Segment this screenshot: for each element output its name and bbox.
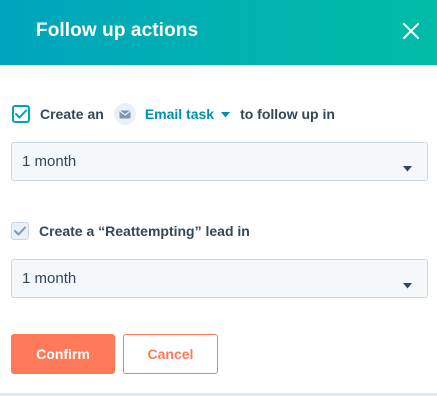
task-delay-select[interactable]: 1 month — [11, 142, 428, 181]
chevron-down-icon — [403, 276, 412, 294]
lead-delay-select[interactable]: 1 month — [11, 259, 428, 298]
close-icon[interactable] — [401, 21, 421, 41]
cancel-button[interactable]: Cancel — [123, 334, 218, 374]
create-task-checkbox[interactable] — [12, 105, 30, 123]
caret-down-icon — [221, 105, 231, 123]
task-row-prefix: Create an — [40, 106, 104, 122]
task-delay-value: 1 month — [22, 153, 77, 170]
lead-row-label: Create a “Reattempting” lead in — [39, 223, 250, 239]
modal-header: Follow up actions — [0, 0, 437, 65]
task-type-dropdown[interactable]: Email task — [113, 103, 231, 125]
chevron-down-icon — [403, 159, 412, 177]
lead-row: Create a “Reattempting” lead in — [11, 222, 250, 240]
create-lead-checkbox[interactable] — [11, 222, 29, 240]
task-row: Create an Email task to follow up in — [11, 103, 335, 125]
checkmark-icon — [15, 109, 27, 119]
task-row-suffix: to follow up in — [240, 106, 335, 122]
modal-title: Follow up actions — [36, 20, 199, 41]
task-type-label: Email task — [144, 106, 215, 122]
checkmark-icon — [14, 226, 26, 236]
confirm-button[interactable]: Confirm — [11, 334, 115, 374]
lead-delay-value: 1 month — [22, 270, 77, 287]
email-icon — [113, 103, 136, 125]
